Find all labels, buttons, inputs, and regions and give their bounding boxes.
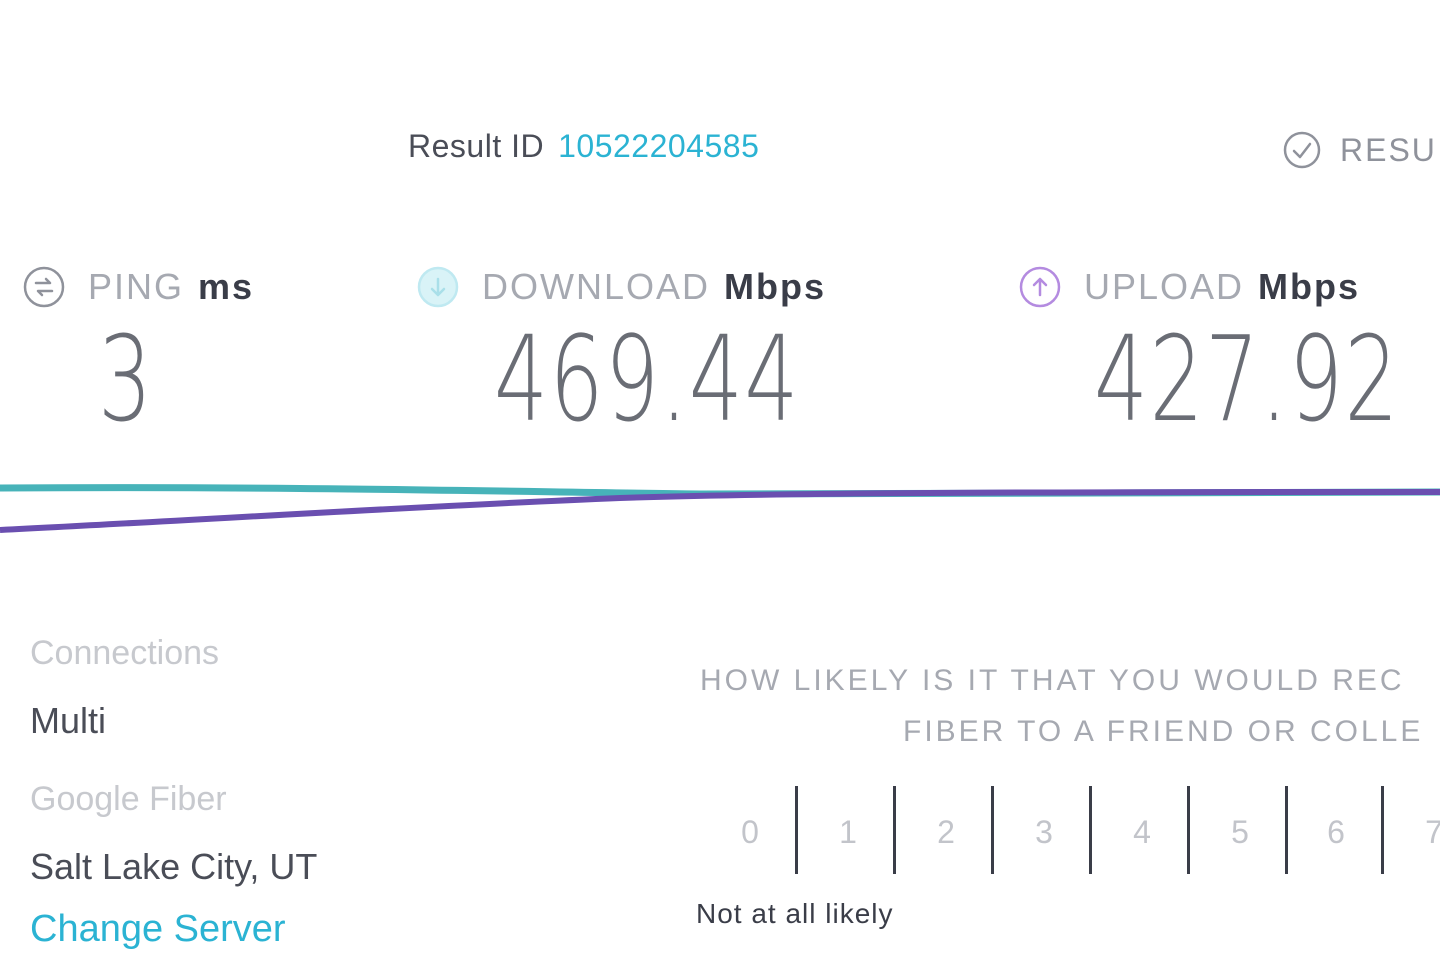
survey-option-3[interactable]: 3 (994, 786, 1092, 876)
survey-option-label: 3 (1035, 814, 1053, 850)
connections-label: Connections (30, 634, 220, 672)
results-button[interactable]: RESU (1282, 126, 1437, 174)
upload-value: 427.92 (1094, 310, 1400, 448)
survey-option-label: 2 (937, 814, 955, 850)
download-icon (417, 266, 459, 308)
ping-label: PING (88, 266, 185, 307)
survey-question-line2: FIBER TO A FRIEND OR COLLE (903, 715, 1424, 748)
upload-label: UPLOAD (1084, 266, 1245, 307)
survey-option-2[interactable]: 2 (896, 786, 994, 876)
speed-graph (0, 484, 1440, 533)
ping-value: 3 (98, 310, 154, 448)
survey-option-label: 0 (741, 814, 759, 850)
result-id-row: Result ID 10522204585 (408, 124, 759, 168)
upload-unit: Mbps (1258, 266, 1361, 307)
result-id-link[interactable]: 10522204585 (558, 128, 759, 165)
survey-option-6[interactable]: 6 (1286, 786, 1384, 876)
results-label: RESU (1340, 131, 1437, 168)
ping-unit: ms (198, 266, 255, 307)
upload-metric: UPLOAD Mbps 427.92 (1018, 262, 1398, 438)
download-metric: DOWNLOAD Mbps 469.44 (416, 262, 826, 438)
ping-header: PING ms (22, 262, 254, 312)
change-server-link[interactable]: Change Server (30, 908, 286, 951)
server-location: Salt Lake City, UT (30, 846, 318, 887)
download-unit: Mbps (724, 266, 827, 307)
download-label: DOWNLOAD (482, 266, 711, 307)
connections-value: Multi (30, 700, 107, 741)
survey-option-1[interactable]: 1 (798, 786, 896, 876)
ping-metric: PING ms 3 (22, 262, 254, 438)
survey-scale: 0 1 2 3 4 5 6 7 (700, 786, 1440, 876)
upload-icon (1019, 266, 1061, 308)
upload-graph-line (0, 489, 1440, 533)
survey-option-label: 4 (1133, 814, 1151, 850)
survey-option-4[interactable]: 4 (1092, 786, 1190, 876)
survey-option-5[interactable]: 5 (1190, 786, 1288, 876)
survey-option-label: 6 (1327, 814, 1345, 850)
survey-option-label: 5 (1231, 814, 1249, 850)
download-header: DOWNLOAD Mbps (416, 262, 826, 312)
survey-option-label: 1 (839, 814, 857, 850)
upload-header: UPLOAD Mbps (1018, 262, 1360, 312)
survey-low-label: Not at all likely (696, 898, 894, 929)
survey-question-line1: HOW LIKELY IS IT THAT YOU WOULD REC (700, 664, 1405, 697)
ping-icon (23, 266, 65, 308)
result-id-label: Result ID (408, 127, 545, 164)
isp-name: Google Fiber (30, 780, 227, 818)
survey-option-7[interactable]: 7 (1384, 786, 1440, 876)
survey-option-0[interactable]: 0 (700, 786, 798, 876)
speedtest-result-page: Result ID 10522204585 RESU PING ms 3 DOW… (0, 0, 1440, 960)
check-circle-icon (1283, 131, 1321, 169)
survey-option-label: 7 (1425, 814, 1440, 850)
download-value: 469.44 (494, 310, 800, 448)
